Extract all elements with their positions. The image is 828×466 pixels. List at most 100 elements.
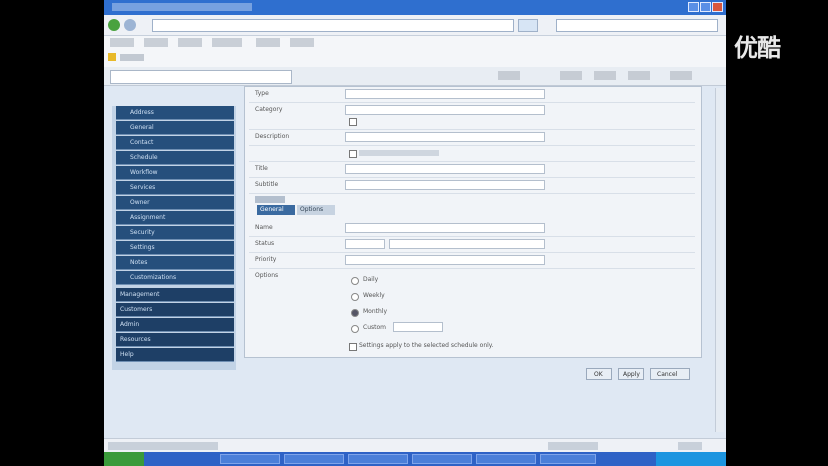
sidebar-item-label: Settings (130, 244, 155, 251)
url-input[interactable] (152, 19, 514, 32)
form-row: Subtitle (249, 178, 695, 194)
browser-tab[interactable] (110, 70, 292, 84)
page-button[interactable] (560, 71, 582, 80)
ok-button[interactable]: OK (586, 368, 612, 380)
sidebar-group[interactable]: Help (116, 348, 234, 362)
back-icon[interactable] (108, 19, 120, 31)
taskbar-item[interactable] (284, 454, 344, 464)
priority-input[interactable] (345, 255, 545, 265)
form-row: Priority (249, 253, 695, 269)
radio-option[interactable] (351, 325, 359, 333)
taskbar-item[interactable] (220, 454, 280, 464)
title-bar (104, 0, 726, 15)
sidebar-item[interactable]: Contact (116, 136, 234, 150)
subtab-label: General (260, 206, 284, 213)
sidebar-item[interactable]: Owner (116, 196, 234, 210)
menu-bar (104, 36, 726, 49)
menu-tools[interactable] (256, 38, 280, 47)
title-input[interactable] (345, 164, 545, 174)
sidebar-item[interactable]: Address (116, 106, 234, 120)
sidebar-group-label: Management (120, 291, 160, 298)
row-label: Description (255, 133, 290, 140)
subtab-options[interactable]: Options (297, 205, 335, 215)
form-row: Title (249, 162, 695, 178)
form-row: Type (249, 87, 695, 103)
sidebar-group[interactable]: Admin (116, 318, 234, 332)
taskbar-item[interactable] (476, 454, 536, 464)
sidebar-item[interactable]: Settings (116, 241, 234, 255)
help-button[interactable] (670, 71, 692, 80)
footer-note: Settings apply to the selected schedule … (359, 342, 494, 349)
option-checkbox[interactable] (349, 150, 357, 158)
row-label: Subtitle (255, 181, 279, 188)
taskbar (104, 452, 726, 466)
menu-favorites[interactable] (212, 38, 242, 47)
sidebar-item-label: Address (130, 109, 154, 116)
vertical-scrollbar[interactable] (715, 88, 724, 432)
sidebar-group[interactable]: Customers (116, 303, 234, 317)
sidebar-item[interactable]: Notes (116, 256, 234, 270)
name-input[interactable] (345, 223, 545, 233)
radio-option[interactable] (351, 277, 359, 285)
custom-input[interactable] (393, 322, 443, 332)
maximize-button[interactable] (700, 2, 711, 12)
form-panel: Type Category Description Title Subtitle… (244, 86, 702, 358)
sidebar-group-label: Admin (120, 321, 140, 328)
row-label: Name (255, 224, 273, 231)
menu-help[interactable] (290, 38, 314, 47)
sidebar-header (112, 88, 236, 106)
radio-option-selected[interactable] (351, 309, 359, 317)
category-checkbox[interactable] (349, 118, 357, 126)
favorites-label[interactable] (120, 54, 144, 61)
subtab-general[interactable]: General (257, 205, 295, 215)
section-heading (255, 196, 285, 203)
address-bar (104, 15, 726, 36)
status-detail-select[interactable] (389, 239, 545, 249)
taskbar-item[interactable] (348, 454, 408, 464)
go-button[interactable] (518, 19, 538, 32)
sidebar-item[interactable]: Schedule (116, 151, 234, 165)
sidebar-group-label: Help (120, 351, 134, 358)
sidebar-item[interactable]: Services (116, 181, 234, 195)
description-input[interactable] (345, 132, 545, 142)
start-button[interactable] (104, 452, 144, 466)
menu-file[interactable] (110, 38, 134, 47)
sidebar-item[interactable]: Assignment (116, 211, 234, 225)
safety-button[interactable] (594, 71, 616, 80)
close-button[interactable] (712, 2, 723, 12)
tools-button[interactable] (628, 71, 650, 80)
sidebar-item[interactable]: Security (116, 226, 234, 240)
cancel-button[interactable]: Cancel (650, 368, 690, 380)
menu-view[interactable] (178, 38, 202, 47)
sidebar-group-label: Resources (120, 336, 151, 343)
sidebar-item[interactable]: General (116, 121, 234, 135)
sidebar-item[interactable]: Workflow (116, 166, 234, 180)
apply-button[interactable]: Apply (618, 368, 644, 380)
row-label: Category (255, 106, 283, 113)
browser-window: Address General Contact Schedule Workflo… (104, 0, 726, 466)
radio-option[interactable] (351, 293, 359, 301)
sidebar-group[interactable]: Resources (116, 333, 234, 347)
menu-edit[interactable] (144, 38, 168, 47)
row-label: Priority (255, 256, 277, 263)
zoom-control[interactable] (678, 442, 702, 450)
footer-checkbox[interactable] (349, 343, 357, 351)
taskbar-item[interactable] (412, 454, 472, 464)
minimize-button[interactable] (688, 2, 699, 12)
sidebar-group[interactable]: Management (116, 288, 234, 302)
home-button[interactable] (498, 71, 520, 80)
category-select[interactable] (345, 105, 545, 115)
search-input[interactable] (556, 19, 718, 32)
star-icon[interactable] (108, 53, 116, 61)
taskbar-item[interactable] (540, 454, 596, 464)
type-select[interactable] (345, 89, 545, 99)
subtitle-input[interactable] (345, 180, 545, 190)
subtab-label: Options (300, 206, 324, 213)
sidebar-item-label: General (130, 124, 154, 131)
status-select[interactable] (345, 239, 385, 249)
forward-icon[interactable] (124, 19, 136, 31)
tab-bar (104, 67, 726, 86)
form-row: Status (249, 237, 695, 253)
button-label: Apply (623, 371, 640, 378)
sidebar-item[interactable]: Customizations (116, 271, 234, 285)
